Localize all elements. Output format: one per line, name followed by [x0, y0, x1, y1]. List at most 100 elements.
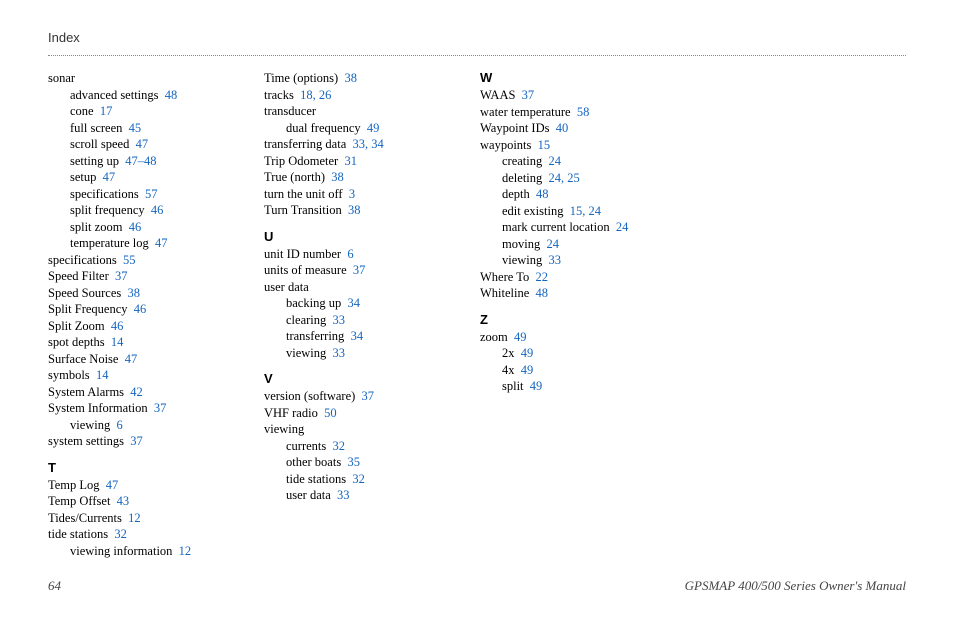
index-entry-page-link[interactable]: 24 [616, 220, 629, 234]
index-section-head: Z [480, 312, 690, 327]
index-entry-page-link[interactable]: 38 [331, 170, 344, 184]
index-entry-page-link[interactable]: 49 [521, 363, 534, 377]
index-entry-text: Waypoint IDs [480, 121, 549, 135]
index-entry-text: moving [502, 237, 540, 251]
index-entry-page-link[interactable]: 47 [103, 170, 116, 184]
index-entry-page-link[interactable]: 42 [130, 385, 143, 399]
index-entry-page-link[interactable]: 47 [136, 137, 149, 151]
index-entry-page-link[interactable]: 33 [333, 346, 346, 360]
index-entry-page-link[interactable]: 37 [353, 263, 366, 277]
index-section-head: W [480, 70, 690, 85]
index-entry-page-link[interactable]: 48 [165, 88, 178, 102]
index-entry-page-link[interactable]: 37 [362, 389, 375, 403]
index-entry-page-link[interactable]: 18, 26 [300, 88, 331, 102]
index-entry: 2x 49 [480, 345, 690, 362]
index-entry-page-link[interactable]: 37 [154, 401, 167, 415]
index-entry-page-link[interactable]: 12 [179, 544, 192, 558]
index-entry: spot depths 14 [48, 334, 258, 351]
index-entry-page-link[interactable]: 14 [96, 368, 109, 382]
index-entry-page-link[interactable]: 47 [125, 352, 138, 366]
index-entry-page-link[interactable]: 45 [129, 121, 142, 135]
index-entry-page-link[interactable]: 6 [117, 418, 123, 432]
index-entry: currents 32 [264, 438, 474, 455]
index-entry: VHF radio 50 [264, 405, 474, 422]
index-entry-page-link[interactable]: 48 [536, 187, 549, 201]
index-entry-page-link[interactable]: 15 [538, 138, 551, 152]
index-entry-text: Split Frequency [48, 302, 128, 316]
index-entry-text: symbols [48, 368, 90, 382]
index-entry-page-link[interactable]: 47 [155, 236, 168, 250]
index-entry: moving 24 [480, 236, 690, 253]
index-entry-page-link[interactable]: 6 [347, 247, 353, 261]
index-entry-page-link[interactable]: 31 [344, 154, 357, 168]
index-entry-page-link[interactable]: 34 [351, 329, 364, 343]
index-entry-page-link[interactable]: 37 [130, 434, 143, 448]
index-entry-text: split frequency [70, 203, 145, 217]
index-entry-text: viewing [70, 418, 110, 432]
index-entry-page-link[interactable]: 17 [100, 104, 113, 118]
index-entry-page-link[interactable]: 47–48 [125, 154, 156, 168]
index-entry-page-link[interactable]: 50 [324, 406, 337, 420]
index-entry-text: viewing [264, 422, 304, 436]
index-entry-page-link[interactable]: 47 [106, 478, 119, 492]
index-entry-page-link[interactable]: 3 [349, 187, 355, 201]
index-entry-page-link[interactable]: 49 [521, 346, 534, 360]
index-entry-page-link[interactable]: 49 [514, 330, 527, 344]
index-entry-page-link[interactable]: 37 [115, 269, 128, 283]
index-entry-page-link[interactable]: 22 [535, 270, 548, 284]
index-entry-page-link[interactable]: 38 [128, 286, 141, 300]
index-entry-page-link[interactable]: 40 [556, 121, 569, 135]
index-entry-page-link[interactable]: 58 [577, 105, 590, 119]
index-entry-page-link[interactable]: 57 [145, 187, 158, 201]
index-entry-page-link[interactable]: 33 [333, 313, 346, 327]
index-entry-text: VHF radio [264, 406, 318, 420]
index-entry-text: Surface Noise [48, 352, 118, 366]
index-entry: Temp Offset 43 [48, 493, 258, 510]
index-entry-page-link[interactable]: 12 [128, 511, 141, 525]
index-entry-page-link[interactable]: 33 [549, 253, 562, 267]
index-entry-page-link[interactable]: 38 [344, 71, 357, 85]
index-entry: split 49 [480, 378, 690, 395]
index-entry-page-link[interactable]: 32 [352, 472, 365, 486]
index-entry-text: user data [264, 280, 309, 294]
index-entry: scroll speed 47 [48, 136, 258, 153]
index-entry-page-link[interactable]: 15, 24 [570, 204, 601, 218]
index-entry-text: transferring data [264, 137, 346, 151]
index-entry-page-link[interactable]: 46 [129, 220, 142, 234]
index-entry: advanced settings 48 [48, 87, 258, 104]
index-entry: dual frequency 49 [264, 120, 474, 137]
index-entry-page-link[interactable]: 33 [337, 488, 350, 502]
index-entry-page-link[interactable]: 24 [546, 237, 559, 251]
index-entry: WAAS 37 [480, 87, 690, 104]
index-entry-page-link[interactable]: 49 [530, 379, 543, 393]
index-entry-page-link[interactable]: 48 [536, 286, 549, 300]
index-entry-page-link[interactable]: 24 [549, 154, 562, 168]
index-entry-page-link[interactable]: 49 [367, 121, 380, 135]
index-entry-page-link[interactable]: 35 [347, 455, 360, 469]
index-entry-page-link[interactable]: 38 [348, 203, 361, 217]
index-entry-text: split [502, 379, 524, 393]
index-entry-page-link[interactable]: 43 [117, 494, 130, 508]
index-entry-page-link[interactable]: 32 [114, 527, 127, 541]
index-entry-text: version (software) [264, 389, 355, 403]
index-entry-page-link[interactable]: 33, 34 [353, 137, 384, 151]
index-entry: Split Zoom 46 [48, 318, 258, 335]
index-entry-text: True (north) [264, 170, 325, 184]
index-section-head: T [48, 460, 258, 475]
index-entry-text: units of measure [264, 263, 347, 277]
index-entry: Surface Noise 47 [48, 351, 258, 368]
index-entry-page-link[interactable]: 37 [522, 88, 535, 102]
index-entry-page-link[interactable]: 14 [111, 335, 124, 349]
index-entry-page-link[interactable]: 46 [111, 319, 124, 333]
index-entry: Temp Log 47 [48, 477, 258, 494]
header-title: Index [48, 30, 80, 45]
index-entry-page-link[interactable]: 46 [134, 302, 147, 316]
index-entry-page-link[interactable]: 55 [123, 253, 136, 267]
index-entry-page-link[interactable]: 34 [347, 296, 360, 310]
index-entry: setting up 47–48 [48, 153, 258, 170]
index-entry-page-link[interactable]: 32 [333, 439, 346, 453]
index-entry: System Alarms 42 [48, 384, 258, 401]
index-entry-page-link[interactable]: 24, 25 [549, 171, 580, 185]
index-entry-page-link[interactable]: 46 [151, 203, 164, 217]
page-header: Index [48, 30, 906, 56]
